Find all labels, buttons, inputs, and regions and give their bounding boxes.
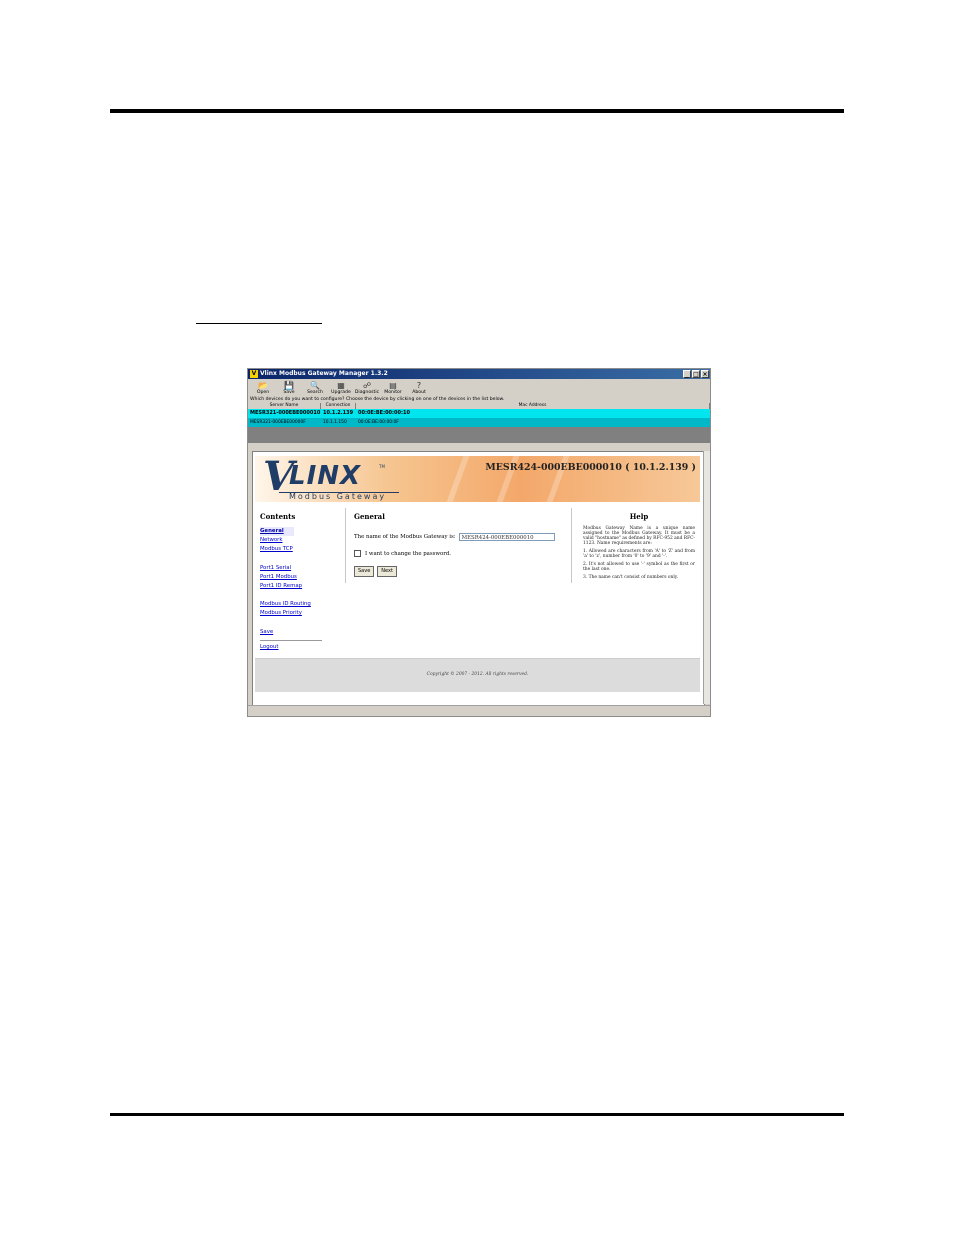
nav-link-modbus-id-routing[interactable]: Modbus ID Routing	[260, 600, 345, 609]
upgrade-icon: ▦	[337, 381, 345, 390]
window-title: Vlinx Modbus Gateway Manager 1.3.2	[260, 370, 388, 377]
open-button[interactable]: 📂 Open	[252, 381, 274, 396]
nav-link-port1-id-remap[interactable]: Port1 ID Remap	[260, 582, 345, 591]
monitor-button[interactable]: ▤ Monitor	[382, 381, 404, 396]
device-name: MESR321-000EBE00000F	[250, 420, 306, 425]
device-name: MESR321-000EBE000010	[250, 410, 321, 416]
gateway-name-input[interactable]: MESR424-000EBE000010	[458, 533, 555, 541]
device-mac: 00:0E:BE:00:00:0F	[358, 420, 399, 425]
underline-mark	[196, 323, 322, 324]
vlinx-banner: V LINX TM Modbus Gateway MESR424-000EBE0…	[255, 456, 700, 502]
device-list: Server Name Connection Mac Address MESR3…	[248, 403, 710, 443]
device-connection: 10.1.1.150	[323, 420, 347, 425]
monitor-icon: ▤	[389, 381, 397, 390]
device-mac: 00:0E:BE:00:00:10	[358, 410, 410, 416]
nav-link-port1-modbus[interactable]: Port1 Modbus	[260, 573, 345, 582]
general-section: General The name of the Modbus Gateway i…	[354, 512, 564, 577]
header-rule	[110, 109, 844, 113]
device-row[interactable]: MESR321-000EBE000010 10.1.2.139 00:0E:BE…	[248, 409, 710, 418]
open-folder-icon: 📂	[258, 381, 268, 390]
search-icon: 🔍	[310, 381, 320, 390]
footer-rule	[110, 1113, 844, 1116]
upgrade-button[interactable]: ▦ Upgrade	[330, 381, 352, 396]
app-icon: V	[250, 370, 258, 378]
nav-link-network[interactable]: Network	[260, 536, 345, 545]
device-prompt: Which devices do you want to configure? …	[248, 396, 710, 403]
nav-link-logout[interactable]: Logout	[260, 643, 345, 652]
save-form-button[interactable]: Save	[354, 566, 375, 577]
nav-link-port1-serial[interactable]: Port1 Serial	[260, 564, 345, 573]
help-text: 3. The name can't consist of numbers onl…	[583, 575, 679, 580]
help-text: 1. Allowed are characters from 'A' to 'Z…	[583, 549, 695, 559]
help-icon: ?	[416, 381, 422, 390]
help-text: 2. It's not allowed to use '-' symbol as…	[583, 562, 695, 572]
change-password-checkbox[interactable]	[354, 550, 361, 557]
nav-link-modbus-tcp[interactable]: Modbus TCP	[260, 545, 345, 554]
general-title: General	[354, 512, 385, 521]
about-button[interactable]: ? About	[408, 381, 430, 396]
toolbar: 📂 Open 💾 Save 🔍 Search ▦ Upgrade ☍ Diagnostic…	[248, 379, 710, 396]
diagnostic-button[interactable]: ☍ Diagnostic	[355, 381, 379, 396]
maximize-icon[interactable]: □	[692, 370, 700, 378]
web-config-pane: V LINX TM Modbus Gateway MESR424-000EBE0…	[252, 451, 705, 706]
search-button[interactable]: 🔍 Search	[304, 381, 326, 396]
contents-title: Contents	[260, 512, 296, 521]
copyright: Copyright © 2007 - 2012. All rights rese…	[426, 672, 529, 677]
status-bar	[248, 705, 710, 716]
gateway-manager-window: V Vlinx Modbus Gateway Manager 1.3.2 _ □…	[247, 368, 711, 717]
device-title: MESR424-000EBE000010 ( 10.1.2.139 )	[485, 462, 696, 473]
minimize-icon[interactable]: _	[683, 370, 691, 378]
change-password-label: I want to change the password.	[365, 550, 452, 557]
gateway-name-label: The name of the Modbus Gateway is:	[354, 534, 456, 540]
contents-nav: Contents General Network Modbus TCP Port…	[260, 512, 345, 652]
help-text: Modbus Gateway Name is a unique name ass…	[583, 526, 695, 546]
nav-link-modbus-priority[interactable]: Modbus Priority	[260, 609, 345, 618]
save-disk-icon: 💾	[284, 381, 294, 390]
close-icon[interactable]: ×	[701, 370, 709, 378]
nav-link-general[interactable]: General	[260, 527, 294, 537]
diagnostic-icon: ☍	[362, 381, 372, 390]
device-connection: 10.1.2.139	[323, 410, 354, 416]
next-button[interactable]: Next	[377, 566, 397, 577]
nav-link-save[interactable]: Save	[260, 628, 345, 637]
save-button[interactable]: 💾 Save	[278, 381, 300, 396]
page-footer: Copyright © 2007 - 2012. All rights rese…	[255, 658, 700, 692]
window-titlebar[interactable]: V Vlinx Modbus Gateway Manager 1.3.2 _ □…	[248, 369, 710, 379]
help-title: Help	[629, 512, 649, 521]
device-row[interactable]: MESR321-000EBE00000F 10.1.1.150 00:0E:BE…	[248, 418, 710, 427]
logo-subtitle: Modbus Gateway	[289, 492, 387, 501]
help-section: Help Modbus Gateway Name is a unique nam…	[583, 512, 695, 583]
vertical-scrollbar[interactable]	[703, 451, 710, 704]
